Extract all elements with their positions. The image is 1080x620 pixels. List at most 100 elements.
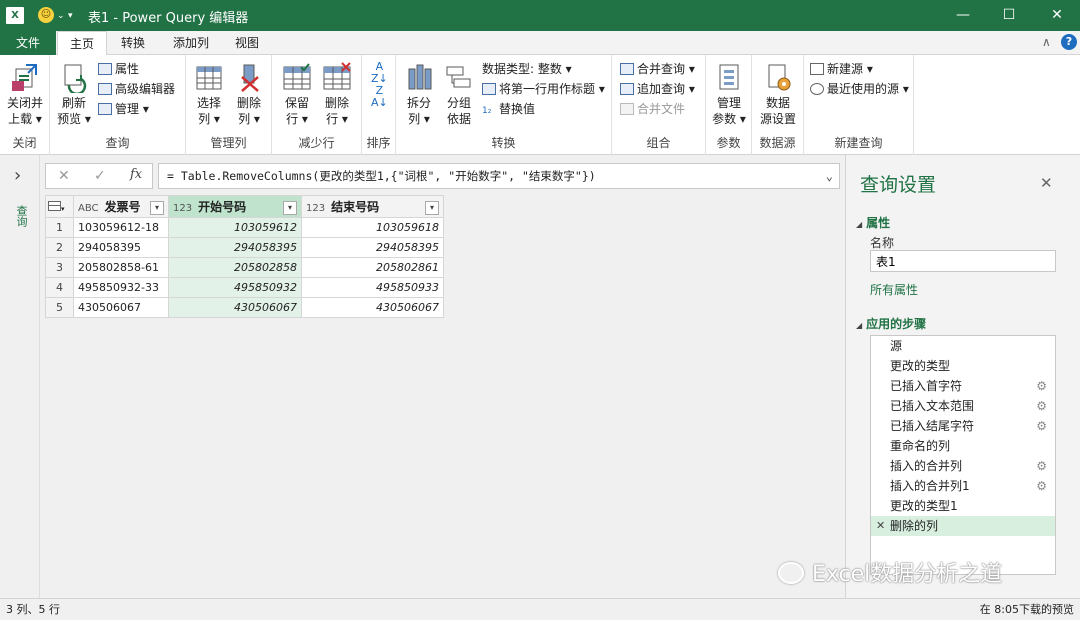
replace-values-label: 替换值 <box>499 102 536 116</box>
gear-icon[interactable]: ⚙ <box>1036 456 1047 476</box>
row-number[interactable]: 1 <box>45 217 74 238</box>
recent-sources-button[interactable]: 最近使用的源 ▾ <box>810 80 909 98</box>
table-cell[interactable]: 495850932-33 <box>73 277 169 298</box>
column-name: 发票号 <box>104 200 141 214</box>
query-name-input[interactable] <box>870 250 1056 272</box>
tab-home[interactable]: 主页 <box>57 31 107 56</box>
table-cell[interactable]: 430506067 <box>73 297 169 318</box>
table-cell[interactable]: 205802858-61 <box>73 257 169 278</box>
tab-view[interactable]: 视图 <box>224 31 270 55</box>
expand-queries-icon[interactable]: › <box>14 165 21 186</box>
table-menu-icon[interactable]: ▾ <box>45 195 74 218</box>
remove-columns-button[interactable]: 删除 列 ▾ <box>230 61 268 127</box>
gear-icon[interactable]: ⚙ <box>1036 396 1047 416</box>
step-item[interactable]: 插入的合并列1 ⚙ <box>871 476 1055 496</box>
remove-rows-button[interactable]: 删除 行 ▾ <box>318 61 356 127</box>
step-item[interactable]: 更改的类型 <box>871 356 1055 376</box>
data-type-dropdown[interactable]: 数据类型: 整数 ▾ <box>482 60 572 78</box>
step-label: 已插入结尾字符 <box>890 419 975 433</box>
step-item[interactable]: 更改的类型1 <box>871 496 1055 516</box>
close-pane-icon[interactable]: ✕ <box>1040 174 1053 192</box>
table-cell[interactable]: 430506067 <box>168 297 302 318</box>
step-item[interactable]: 插入的合并列 ⚙ <box>871 456 1055 476</box>
step-label: 更改的类型 <box>890 359 951 373</box>
formula-input[interactable]: = Table.RemoveColumns(更改的类型1,{"词根", "开始数… <box>158 163 840 189</box>
close-button[interactable]: ✕ <box>1034 0 1080 31</box>
column-header-end[interactable]: 123 结束号码 ▾ <box>301 195 444 218</box>
remove-rows-label2: 行 ▾ <box>326 112 348 126</box>
fx-icon[interactable]: fx <box>130 167 142 182</box>
applied-steps-heading[interactable]: ◢ 应用的步骤 <box>856 315 926 332</box>
step-item[interactable]: 已插入文本范围 ⚙ <box>871 396 1055 416</box>
maximize-button[interactable]: ☐ <box>986 0 1032 31</box>
filter-dropdown-icon[interactable]: ▾ <box>283 201 297 215</box>
split-column-button[interactable]: 拆分 列 ▾ <box>400 61 438 127</box>
merge-queries-button[interactable]: 合并查询 ▾ <box>620 60 695 78</box>
minimize-button[interactable]: — <box>940 0 986 31</box>
table-cell[interactable]: 430506067 <box>301 297 444 318</box>
replace-values-button[interactable]: 1₂ 替换值 <box>482 100 535 120</box>
column-header-start[interactable]: 123 开始号码 ▾ <box>168 195 302 218</box>
table-cell[interactable]: 103059618 <box>301 217 444 238</box>
cancel-formula-icon[interactable]: ✕ <box>58 168 70 184</box>
data-source-settings-button[interactable]: 数据 源设置 <box>757 61 799 127</box>
row-number[interactable]: 3 <box>45 257 74 278</box>
tab-add-column[interactable]: 添加列 <box>162 31 220 55</box>
row-number[interactable]: 5 <box>45 297 74 318</box>
new-source-button[interactable]: 新建源 ▾ <box>810 60 873 78</box>
table-cell[interactable]: 495850933 <box>301 277 444 298</box>
tab-transform[interactable]: 转换 <box>110 31 156 55</box>
step-item-selected[interactable]: ✕ 删除的列 <box>871 516 1055 536</box>
advanced-editor-button[interactable]: 高级编辑器 <box>98 80 175 98</box>
table-cell[interactable]: 205802858 <box>168 257 302 278</box>
table-cell[interactable]: 294058395 <box>73 237 169 258</box>
table-cell[interactable]: 495850932 <box>168 277 302 298</box>
table-cell[interactable]: 294058395 <box>168 237 302 258</box>
filter-dropdown-icon[interactable]: ▾ <box>425 201 439 215</box>
manage-button[interactable]: 管理 ▾ <box>98 100 149 118</box>
use-first-row-header-button[interactable]: 将第一行用作标题 ▾ <box>482 80 605 98</box>
customize-quick-access-icon[interactable]: ▾ <box>68 11 73 21</box>
sort-ascending-icon[interactable]: A Z↓ <box>371 61 388 85</box>
confirm-formula-icon[interactable]: ✓ <box>94 168 106 184</box>
tab-file[interactable]: 文件 <box>0 31 56 55</box>
all-properties-link[interactable]: 所有属性 <box>870 281 918 298</box>
gear-icon[interactable]: ⚙ <box>1036 476 1047 496</box>
keep-rows-button[interactable]: 保留 行 ▾ <box>278 61 316 127</box>
collapse-ribbon-icon[interactable]: ∧ <box>1042 35 1051 49</box>
properties-button[interactable]: 属性 <box>98 60 139 78</box>
table-cell[interactable]: 103059612-18 <box>73 217 169 238</box>
manage-parameters-button[interactable]: 管理 参数 ▾ <box>709 61 749 127</box>
gear-icon[interactable]: ⚙ <box>1036 416 1047 436</box>
combine-files-button[interactable]: 合并文件 <box>620 100 685 118</box>
queries-pane-collapsed[interactable]: › 查询 <box>0 155 40 598</box>
row-number[interactable]: 4 <box>45 277 74 298</box>
smiley-icon[interactable]: ☺ <box>38 7 54 23</box>
column-header-invoice[interactable]: ABC 发票号 ▾ <box>73 195 169 218</box>
table-cell[interactable]: 205802861 <box>301 257 444 278</box>
refresh-preview-button[interactable]: 刷新 预览 ▾ <box>54 61 94 127</box>
group-reduce-rows: 保留 行 ▾ 删除 行 ▾ 减少行 <box>272 55 362 155</box>
filter-dropdown-icon[interactable]: ▾ <box>150 201 164 215</box>
append-queries-button[interactable]: 追加查询 ▾ <box>620 80 695 98</box>
properties-heading[interactable]: ◢ 属性 <box>856 214 890 231</box>
row-number[interactable]: 2 <box>45 237 74 258</box>
step-item[interactable]: 重命名的列 <box>871 436 1055 456</box>
expand-formula-icon[interactable]: ⌄ <box>826 164 833 188</box>
chevron-down-icon[interactable]: ⌄ <box>57 11 65 21</box>
advanced-editor-icon <box>98 83 112 95</box>
step-item[interactable]: 已插入首字符 ⚙ <box>871 376 1055 396</box>
table-cell[interactable]: 294058395 <box>301 237 444 258</box>
sort-descending-icon[interactable]: Z A↓ <box>371 85 388 109</box>
close-and-load-button[interactable]: 关闭并 上载 ▾ <box>3 61 47 127</box>
table-cell[interactable]: 103059612 <box>168 217 302 238</box>
choose-columns-button[interactable]: 选择 列 ▾ <box>190 61 228 127</box>
queries-pane-label[interactable]: 查询 <box>13 205 29 227</box>
step-item[interactable]: 源 <box>871 336 1055 356</box>
step-item[interactable]: 已插入结尾字符 ⚙ <box>871 416 1055 436</box>
delete-step-icon[interactable]: ✕ <box>876 516 885 536</box>
gear-icon[interactable]: ⚙ <box>1036 376 1047 396</box>
help-icon[interactable]: ? <box>1061 34 1077 50</box>
data-grid: ▾ ABC 发票号 ▾ 123 开始号码 ▾ 123 结束号码 ▾ 1 103059612-1… <box>45 195 444 318</box>
group-by-button[interactable]: 分组 依据 <box>440 61 478 127</box>
